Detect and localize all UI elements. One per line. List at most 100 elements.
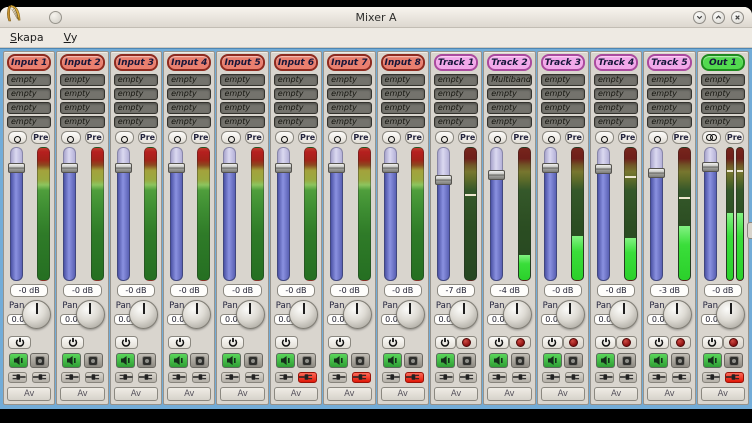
channel-name-label[interactable]: Input 7 [327, 54, 371, 71]
solo-button[interactable] [404, 353, 423, 368]
effect-slot[interactable]: empty [434, 102, 478, 114]
pan-knob[interactable] [182, 300, 211, 329]
effect-slot[interactable]: empty [434, 88, 478, 100]
output-routing-button[interactable] [245, 372, 264, 383]
power-button[interactable] [168, 336, 191, 349]
mute-button[interactable] [9, 353, 28, 368]
effect-slot[interactable]: empty [7, 102, 51, 114]
gain-value[interactable]: -0 dB [597, 284, 635, 297]
pan-knob[interactable] [449, 300, 478, 329]
record-arm-button[interactable] [616, 336, 637, 349]
fader-handle[interactable] [61, 163, 78, 173]
mono-stereo-toggle[interactable] [168, 131, 187, 144]
effect-slot[interactable]: empty [327, 74, 371, 86]
maximize-button[interactable] [712, 11, 725, 24]
pan-knob[interactable] [236, 300, 265, 329]
volume-fader[interactable] [595, 147, 612, 281]
effect-slot[interactable]: empty [381, 88, 425, 100]
output-routing-button[interactable] [192, 372, 211, 383]
pre-fader-toggle[interactable]: Pre [725, 131, 744, 144]
input-routing-button[interactable] [168, 372, 187, 383]
pre-fader-toggle[interactable]: Pre [245, 131, 264, 144]
mono-stereo-toggle[interactable] [542, 131, 561, 144]
effect-slot[interactable]: empty [220, 88, 264, 100]
pan-knob[interactable] [556, 300, 585, 329]
output-routing-button[interactable] [672, 372, 691, 383]
effect-slot[interactable]: empty [434, 74, 478, 86]
pan-knob[interactable] [503, 300, 532, 329]
effect-slot[interactable]: empty [487, 88, 531, 100]
pan-knob[interactable] [609, 300, 638, 329]
pre-fader-toggle[interactable]: Pre [618, 131, 637, 144]
pre-fader-toggle[interactable]: Pre [191, 131, 210, 144]
volume-fader[interactable] [328, 147, 345, 281]
effect-slot[interactable]: empty [381, 74, 425, 86]
effect-slot[interactable]: empty [60, 74, 104, 86]
gain-value[interactable]: -0 dB [170, 284, 208, 297]
fader-handle[interactable] [328, 163, 345, 173]
fader-handle[interactable] [702, 162, 719, 172]
solo-button[interactable] [137, 353, 156, 368]
pan-knob[interactable] [396, 300, 425, 329]
channel-name-label[interactable]: Track 3 [541, 54, 585, 71]
automation-mode-button[interactable]: Av [274, 387, 318, 401]
input-routing-button[interactable] [435, 372, 454, 383]
effect-slot[interactable]: empty [487, 116, 531, 128]
automation-mode-button[interactable]: Av [114, 387, 158, 401]
effect-slot[interactable]: empty [60, 88, 104, 100]
automation-mode-button[interactable]: Av [541, 387, 585, 401]
effect-slot[interactable]: empty [60, 116, 104, 128]
pre-fader-toggle[interactable]: Pre [298, 131, 317, 144]
automation-mode-button[interactable]: Av [487, 387, 531, 401]
effect-slot[interactable]: empty [114, 88, 158, 100]
output-routing-button[interactable] [725, 372, 744, 383]
solo-button[interactable] [351, 353, 370, 368]
input-routing-button[interactable] [221, 372, 240, 383]
mono-stereo-toggle[interactable] [648, 131, 667, 144]
effect-slot[interactable]: empty [114, 116, 158, 128]
power-button[interactable] [702, 336, 723, 349]
output-routing-button[interactable] [512, 372, 531, 383]
channel-name-label[interactable]: Input 1 [7, 54, 51, 71]
mute-button[interactable] [276, 353, 295, 368]
effect-slot[interactable]: empty [701, 88, 745, 100]
input-routing-button[interactable] [382, 372, 401, 383]
gain-value[interactable]: -0 dB [704, 284, 742, 297]
gain-value[interactable]: -3 dB [650, 284, 688, 297]
effect-slot[interactable]: empty [701, 74, 745, 86]
effect-slot[interactable]: empty [594, 74, 638, 86]
output-routing-button[interactable] [619, 372, 638, 383]
volume-fader[interactable] [488, 147, 505, 281]
automation-mode-button[interactable]: Av [381, 387, 425, 401]
automation-mode-button[interactable]: Av [647, 387, 691, 401]
gain-value[interactable]: -0 dB [63, 284, 101, 297]
channel-name-label[interactable]: Out 1 [701, 54, 745, 71]
volume-fader[interactable] [8, 147, 25, 281]
output-routing-button[interactable] [138, 372, 157, 383]
volume-fader[interactable] [115, 147, 132, 281]
input-routing-button[interactable] [61, 372, 80, 383]
automation-mode-button[interactable]: Av [60, 387, 104, 401]
power-button[interactable] [61, 336, 84, 349]
effect-slot[interactable]: empty [541, 116, 585, 128]
fader-handle[interactable] [115, 163, 132, 173]
effect-slot[interactable]: empty [647, 74, 691, 86]
record-arm-button[interactable] [509, 336, 530, 349]
effect-slot[interactable]: empty [167, 88, 211, 100]
input-routing-button[interactable] [648, 372, 667, 383]
solo-button[interactable] [30, 353, 49, 368]
effect-slot[interactable]: empty [381, 102, 425, 114]
record-arm-button[interactable] [723, 336, 744, 349]
effect-slot[interactable]: Multiband... [487, 74, 531, 86]
mono-stereo-toggle[interactable] [61, 131, 80, 144]
power-button[interactable] [115, 336, 138, 349]
effect-slot[interactable]: empty [167, 74, 211, 86]
input-routing-button[interactable] [488, 372, 507, 383]
pan-knob[interactable] [289, 300, 318, 329]
solo-button[interactable] [457, 353, 476, 368]
pan-knob[interactable] [663, 300, 692, 329]
channel-name-label[interactable]: Input 6 [274, 54, 318, 71]
automation-mode-button[interactable]: Av [701, 387, 745, 401]
input-routing-button[interactable] [115, 372, 134, 383]
effect-slot[interactable]: empty [220, 74, 264, 86]
